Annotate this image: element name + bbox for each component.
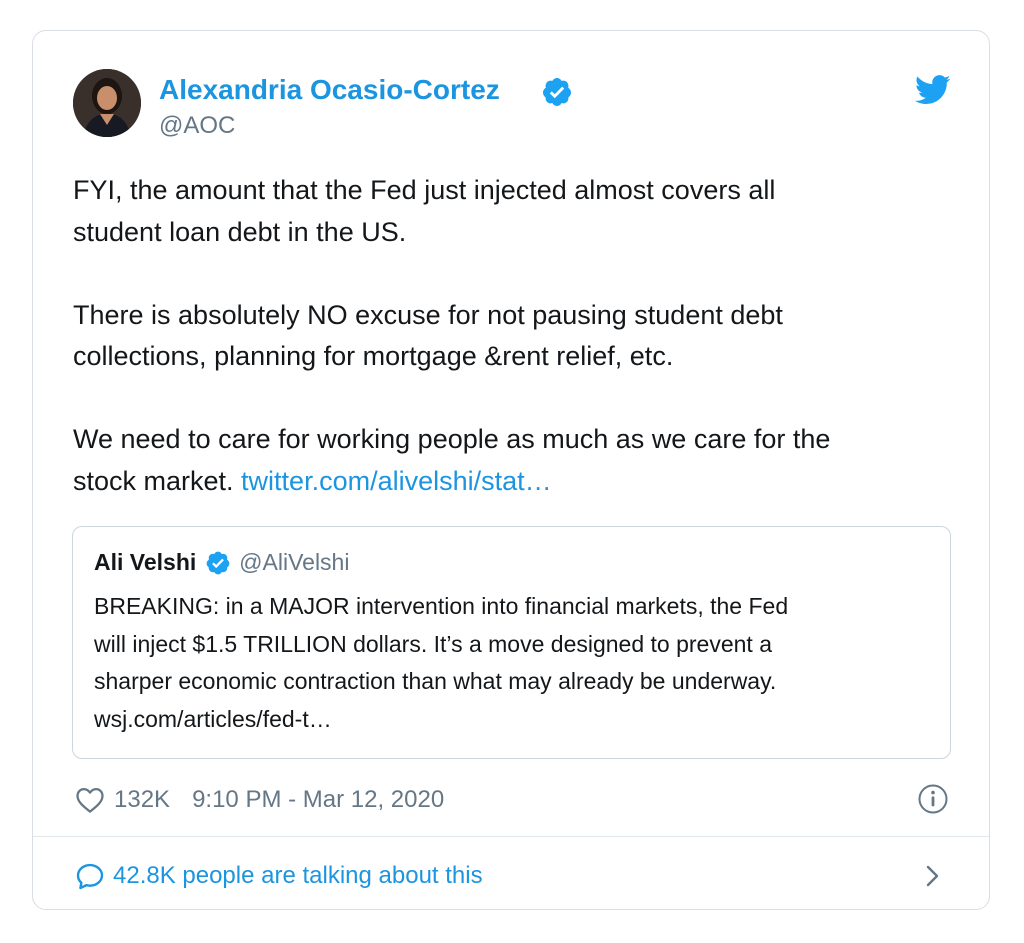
- quoted-line: BREAKING: in a MAJOR intervention into f…: [94, 593, 789, 619]
- chevron-right-icon[interactable]: [923, 861, 943, 891]
- tweet-meta: 132K 9:10 PM - Mar 12, 2020: [75, 783, 444, 817]
- profile-photo-icon: [73, 69, 141, 137]
- avatar[interactable]: [73, 69, 141, 137]
- info-icon[interactable]: [917, 783, 949, 815]
- quoted-line: will inject $1.5 TRILLION dollars. It’s …: [94, 630, 772, 657]
- author-handle[interactable]: @AOC: [159, 111, 235, 141]
- timestamp[interactable]: 9:10 PM - Mar 12, 2020: [192, 786, 444, 814]
- twitter-bird-icon[interactable]: [915, 75, 951, 105]
- quoted-tweet-header: Ali Velshi @AliVelshi: [94, 549, 349, 581]
- tweet-paragraph: FYI, the amount that the Fed just inject…: [73, 175, 776, 247]
- verified-badge-icon: [206, 551, 230, 574]
- quoted-author-handle: @AliVelshi: [239, 549, 350, 575]
- quoted-link: wsj.com/articles/fed-t…: [94, 705, 332, 732]
- heart-icon[interactable]: [75, 786, 105, 814]
- quoted-tweet-link[interactable]: twitter.com/alivelshi/stat…: [241, 466, 552, 496]
- like-count[interactable]: 132K: [114, 786, 170, 814]
- author-name[interactable]: Alexandria Ocasio-Cortez: [159, 73, 500, 107]
- tweet-paragraph: We need to care for working people as mu…: [73, 424, 831, 496]
- conversation-count[interactable]: 42.8K people are talking about this: [113, 862, 483, 890]
- tweet-paragraph: There is absolutely NO excuse for not pa…: [73, 299, 783, 372]
- speech-bubble-icon: [76, 863, 104, 890]
- verified-badge-icon: [543, 78, 571, 106]
- tweet-text: FYI, the amount that the Fed just inject…: [73, 170, 963, 502]
- quoted-tweet-text: BREAKING: in a MAJOR intervention into f…: [94, 588, 934, 738]
- conversation-link[interactable]: 42.8K people are talking about this: [75, 859, 483, 893]
- quoted-line: sharper economic contraction than what m…: [94, 668, 777, 694]
- quoted-tweet[interactable]: Ali Velshi @AliVelshi BREAKING: in a MAJ…: [72, 526, 951, 759]
- quoted-author-name: Ali Velshi: [94, 549, 197, 575]
- divider: [33, 836, 989, 837]
- tweet-card[interactable]: Alexandria Ocasio-Cortez @AOC FYI, the a…: [32, 30, 990, 910]
